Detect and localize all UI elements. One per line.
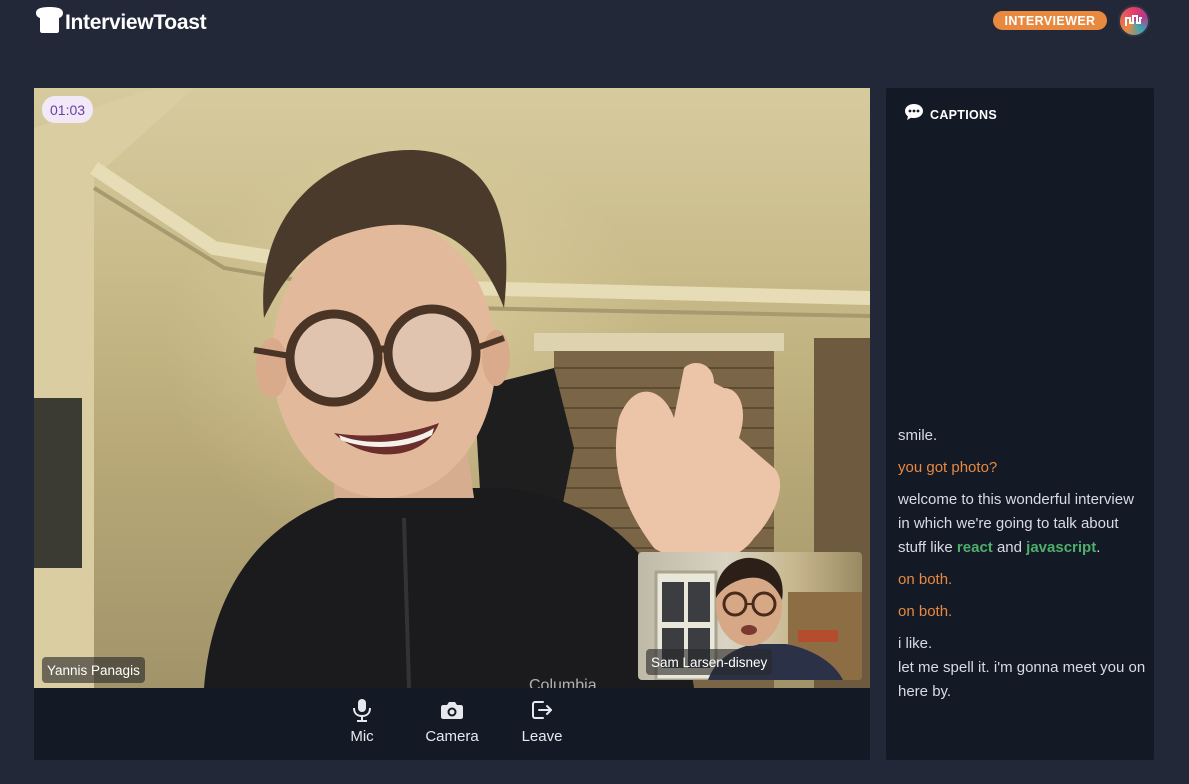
leave-label: Leave xyxy=(521,728,563,745)
role-badge: INTERVIEWER xyxy=(993,11,1107,30)
avatar-logo-icon xyxy=(1125,15,1142,26)
caption-line: on both. xyxy=(898,571,953,588)
caption-keyword: javascript xyxy=(1026,539,1097,556)
local-participant-name: Sam Larsen-disney xyxy=(646,649,773,675)
self-view-video[interactable]: Sam Larsen-disney xyxy=(638,552,862,680)
caption-line: welcome to this wonderful interview in w… xyxy=(898,488,1148,560)
leave-button[interactable]: Leave xyxy=(516,698,568,760)
svg-text:Columbia: Columbia xyxy=(529,677,597,688)
camera-label: Camera xyxy=(425,728,479,745)
toast-icon xyxy=(36,7,63,38)
caption-line: let me spell it. i'm gonna meet you on h… xyxy=(898,659,1146,700)
caption-line: i like. xyxy=(898,635,933,652)
leave-icon xyxy=(530,698,554,722)
captions-list: smile. you got photo? welcome to this wo… xyxy=(898,424,1148,712)
caption-text: and xyxy=(992,539,1027,556)
app-name: InterviewToast xyxy=(65,10,207,34)
caption-line: you got photo? xyxy=(898,459,998,476)
speech-bubble-icon xyxy=(904,103,924,126)
user-avatar[interactable] xyxy=(1118,5,1150,37)
caption-line: on both. xyxy=(898,603,953,620)
captions-header: CAPTIONS xyxy=(904,103,997,126)
remote-participant-name: Yannis Panagis xyxy=(42,657,145,683)
mic-button[interactable]: Mic xyxy=(336,698,388,760)
app-logo[interactable]: InterviewToast xyxy=(36,7,207,38)
caption-text: . xyxy=(1096,539,1101,556)
camera-button[interactable]: Camera xyxy=(425,698,479,760)
mic-icon xyxy=(350,698,374,722)
call-timer: 01:03 xyxy=(42,96,94,123)
call-controls: Mic Camera Leave xyxy=(34,688,870,760)
caption-line: smile. xyxy=(898,427,938,444)
captions-title: CAPTIONS xyxy=(930,107,997,122)
camera-icon xyxy=(440,698,464,722)
caption-keyword: react xyxy=(956,539,993,556)
mic-label: Mic xyxy=(350,728,374,745)
captions-panel: CAPTIONS smile. you got photo? welcome t… xyxy=(886,88,1154,760)
